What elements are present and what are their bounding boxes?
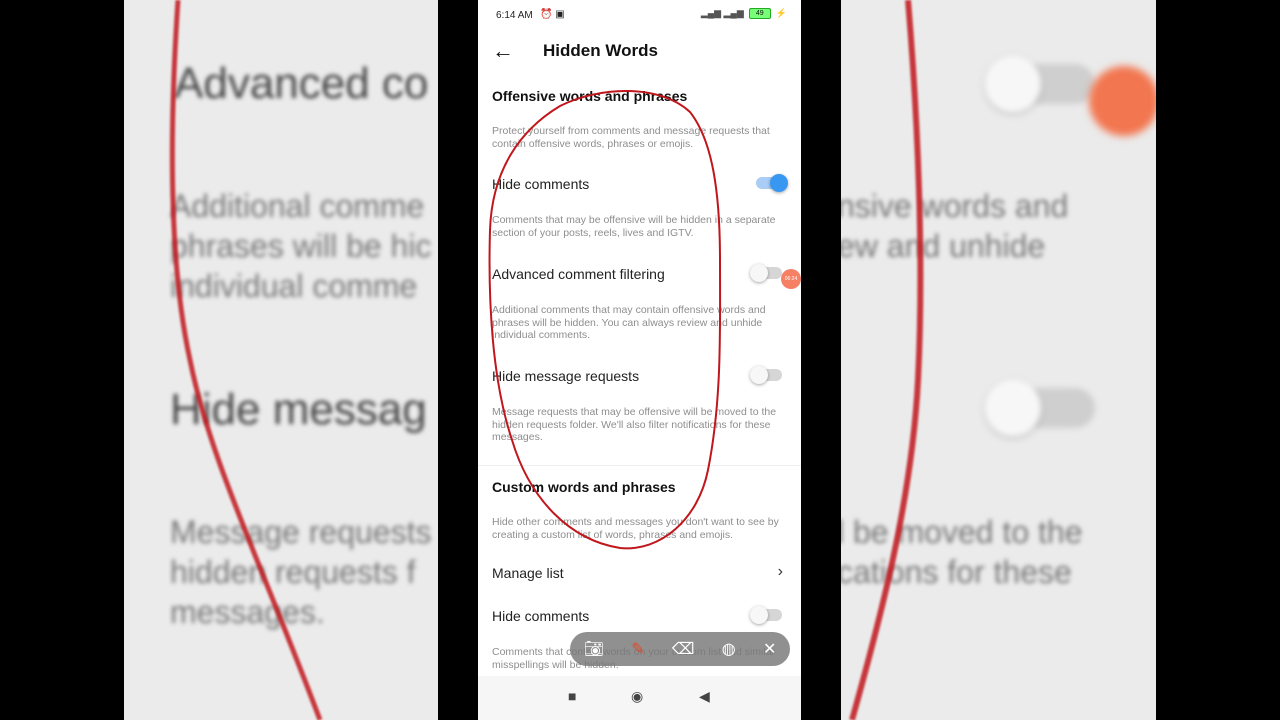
signal-icon: ▂▄▆ ▂▄▆ [700,8,744,18]
divider [478,465,801,466]
camera-icon[interactable]: 📷︎ [584,639,604,659]
bg-text: individual comme [170,268,418,304]
manage-list-label[interactable]: Manage list [492,565,564,581]
arrow-left-icon[interactable]: ← [492,38,514,64]
toggle-knob [750,606,768,624]
toggle-knob [750,366,768,384]
palette-icon[interactable]: ◍ [722,639,736,659]
hide-comments-description: Comments that may be offensive will be h… [492,214,776,239]
bg-toggle [985,56,1095,112]
charging-icon: ⚡ [775,8,787,18]
bg-text: cations for these [841,554,1072,590]
phone-screen: 6:14 AM ⏰ ▣ ▂▄▆ ▂▄▆ 49 ⚡ ← Hidden Words … [478,0,801,720]
toggle-knob [750,264,768,282]
bg-recording-badge [1089,66,1156,136]
background-zoom-left: Advanced co Additional comme phrases wil… [124,0,438,720]
bg-text: Advanced co [174,59,429,108]
app-bar: ← Hidden Words [478,32,801,68]
square-icon[interactable]: ■ [568,688,576,704]
background-zoom-right: nsive words and ew and unhide l be moved… [841,0,1156,720]
pen-icon[interactable]: ✎ [631,639,644,659]
section-heading-offensive: Offensive words and phrases [492,88,688,104]
screen-recorder-toolbar: 📷︎ ✎ ⌫ ◍ ✕ [570,632,790,666]
eraser-icon[interactable]: ⌫ [672,639,695,659]
bg-text: l be moved to the [841,514,1083,550]
system-nav-bar: ■ ◉ ◀ [478,676,801,720]
chevron-right-icon[interactable]: › [778,563,783,581]
triangle-back-icon[interactable]: ◀ [699,688,710,705]
toggle-knob [770,174,788,192]
hide-comments-label[interactable]: Hide comments [492,176,589,192]
custom-hide-comments-toggle[interactable] [750,606,782,624]
advanced-filtering-toggle[interactable] [750,264,782,282]
page-title: Hidden Words [543,41,658,60]
bg-text: nsive words and [841,188,1069,224]
bg-text: Hide messag [170,385,427,434]
section-description: Protect yourself from comments and messa… [492,125,770,150]
status-time: 6:14 AM [496,10,533,21]
status-icons: ▂▄▆ ▂▄▆ 49 ⚡ [701,8,787,19]
advanced-filtering-description: Additional comments that may contain off… [492,304,766,341]
alarm-icon: ⏰ ▣ [540,9,565,20]
custom-hide-comments-label[interactable]: Hide comments [492,608,589,624]
status-bar: 6:14 AM ⏰ ▣ ▂▄▆ ▂▄▆ 49 ⚡ [478,0,801,32]
bg-text: hidden requests f [170,554,416,590]
section-description: Hide other comments and messages you don… [492,516,779,541]
advanced-filtering-label[interactable]: Advanced comment filtering [492,266,665,282]
battery-icon: 49 [748,8,771,19]
section-heading-custom: Custom words and phrases [492,479,676,495]
hide-message-requests-description: Message requests that may be offensive w… [492,406,777,443]
close-icon[interactable]: ✕ [763,639,776,659]
bg-text: Additional comme [170,188,425,224]
bg-toggle [985,380,1095,436]
bg-text: ew and unhide [841,228,1046,264]
hide-comments-toggle[interactable] [756,174,788,192]
bg-text: Message requests [170,514,432,550]
floating-record-button[interactable]: 06:24 [781,269,801,289]
hide-message-requests-label[interactable]: Hide message requests [492,368,639,384]
circle-icon[interactable]: ◉ [631,688,643,705]
bg-text: messages. [170,594,325,630]
bg-text: phrases will be hic [170,228,432,264]
hide-message-requests-toggle[interactable] [750,366,782,384]
